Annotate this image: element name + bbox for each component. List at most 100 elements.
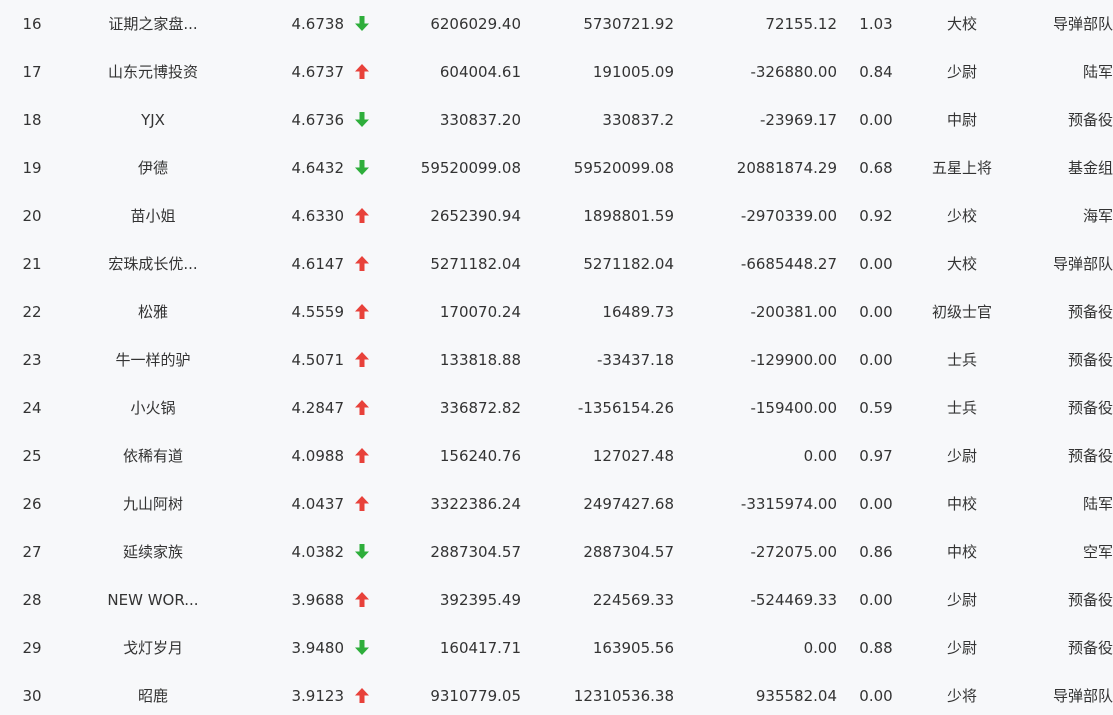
branch-cell: 基金组 — [1067, 159, 1113, 177]
ratio-cell: 0.92 — [859, 207, 893, 225]
table-row[interactable]: 19 伊德 4.6432 59520099.08 59520099.08 20881874… — [0, 144, 1113, 192]
branch-cell: 导弹部队 — [1052, 687, 1113, 705]
value2-cell: 2497427.68 — [583, 495, 674, 513]
name-cell: 延续家族 — [122, 543, 183, 561]
table-row[interactable]: 16 证期之家盘... 4.6738 6206029.40 5730721.92 7215… — [0, 0, 1113, 48]
branch-cell: 预备役 — [1067, 639, 1113, 657]
table-row[interactable]: 18 YJX 4.6736 330837.20 330837.2 -23969.17 0.0… — [0, 96, 1113, 144]
name-cell: 伊德 — [137, 159, 168, 177]
military-rank-cell: 少将 — [946, 687, 977, 705]
table-row[interactable]: 24 小火锅 4.2847 336872.82 -1356154.26 -159400.0… — [0, 384, 1113, 432]
table-row[interactable]: 26 九山阿树 4.0437 3322386.24 2497427.68 -3315974… — [0, 480, 1113, 528]
value1-cell: 336872.82 — [439, 399, 521, 417]
score-cell: 4.2847 — [291, 399, 345, 417]
value2-cell: 163905.56 — [592, 639, 674, 657]
trend-cell — [352, 480, 372, 528]
arrow-up-icon — [355, 207, 369, 223]
value1-cell: 6206029.40 — [430, 15, 521, 33]
ratio-cell: 0.84 — [859, 63, 893, 81]
score-cell: 4.6738 — [291, 15, 345, 33]
table-body: 16 证期之家盘... 4.6738 6206029.40 5730721.92 7215… — [0, 0, 1113, 715]
military-rank-cell: 中校 — [946, 543, 977, 561]
military-rank-cell: 少尉 — [946, 63, 977, 81]
trend-cell — [352, 528, 372, 576]
trend-cell — [352, 48, 372, 96]
score-cell: 3.9480 — [291, 639, 345, 657]
value2-cell: 5730721.92 — [583, 15, 674, 33]
value1-cell: 3322386.24 — [430, 495, 521, 513]
value3-cell: 0.00 — [803, 447, 837, 465]
rank-cell: 27 — [22, 543, 42, 561]
military-rank-cell: 中尉 — [946, 111, 977, 129]
military-rank-cell: 少校 — [946, 207, 977, 225]
score-cell: 3.9688 — [291, 591, 345, 609]
rank-cell: 26 — [22, 495, 42, 513]
score-cell: 4.6147 — [291, 255, 345, 273]
name-cell: 小火锅 — [130, 399, 176, 417]
value2-cell: 59520099.08 — [573, 159, 674, 177]
rank-cell: 17 — [22, 63, 42, 81]
arrow-up-icon — [355, 351, 369, 367]
trend-cell — [352, 384, 372, 432]
trend-cell — [352, 144, 372, 192]
value2-cell: 2887304.57 — [583, 543, 674, 561]
table-row[interactable]: 30 昭鹿 3.9123 9310779.05 12310536.38 935582.04… — [0, 672, 1113, 715]
value2-cell: 12310536.38 — [573, 687, 674, 705]
trend-cell — [352, 336, 372, 384]
military-rank-cell: 大校 — [946, 255, 977, 273]
table-row[interactable]: 25 依稀有道 4.0988 156240.76 127027.48 0.00 0.97 少尉… — [0, 432, 1113, 480]
rank-cell: 21 — [22, 255, 42, 273]
name-cell: 昭鹿 — [137, 687, 168, 705]
table-row[interactable]: 29 戈灯岁月 3.9480 160417.71 163905.56 0.00 0.88 少尉… — [0, 624, 1113, 672]
branch-cell: 预备役 — [1067, 111, 1113, 129]
rank-cell: 22 — [22, 303, 42, 321]
value2-cell: -33437.18 — [597, 351, 674, 369]
table-row[interactable]: 22 松雅 4.5559 170070.24 16489.73 -200381.00 0.0… — [0, 288, 1113, 336]
score-cell: 4.5559 — [291, 303, 345, 321]
table-row[interactable]: 21 宏珠成长优... 4.6147 5271182.04 5271182.04 -668… — [0, 240, 1113, 288]
value1-cell: 2652390.94 — [430, 207, 521, 225]
table-row[interactable]: 27 延续家族 4.0382 2887304.57 2887304.57 -272075.… — [0, 528, 1113, 576]
military-rank-cell: 士兵 — [946, 351, 977, 369]
name-cell: 山东元博投资 — [107, 63, 198, 81]
rank-cell: 25 — [22, 447, 42, 465]
rank-cell: 23 — [22, 351, 42, 369]
arrow-up-icon — [355, 687, 369, 703]
branch-cell: 陆军 — [1082, 63, 1113, 81]
value3-cell: -326880.00 — [750, 63, 837, 81]
arrow-down-icon — [355, 639, 369, 655]
name-cell: YJX — [141, 111, 165, 129]
ratio-cell: 0.59 — [859, 399, 893, 417]
arrow-up-icon — [355, 303, 369, 319]
military-rank-cell: 少尉 — [946, 447, 977, 465]
value1-cell: 160417.71 — [439, 639, 521, 657]
value3-cell: -2970339.00 — [740, 207, 837, 225]
ratio-cell: 0.68 — [859, 159, 893, 177]
ratio-cell: 0.00 — [859, 495, 893, 513]
arrow-up-icon — [355, 495, 369, 511]
branch-cell: 空军 — [1082, 543, 1113, 561]
ratio-cell: 0.00 — [859, 255, 893, 273]
trend-cell — [352, 240, 372, 288]
table-row[interactable]: 20 苗小姐 4.6330 2652390.94 1898801.59 -2970339.… — [0, 192, 1113, 240]
value3-cell: -129900.00 — [750, 351, 837, 369]
table-row[interactable]: 17 山东元博投资 4.6737 604004.61 191005.09 -326880.… — [0, 48, 1113, 96]
value1-cell: 9310779.05 — [430, 687, 521, 705]
military-rank-cell: 五星上将 — [931, 159, 992, 177]
value3-cell: -524469.33 — [750, 591, 837, 609]
table-row[interactable]: 28 NEW WOR... 3.9688 392395.49 224569.33 -524… — [0, 576, 1113, 624]
value2-cell: 224569.33 — [592, 591, 674, 609]
trend-cell — [352, 192, 372, 240]
arrow-up-icon — [355, 447, 369, 463]
value3-cell: -272075.00 — [750, 543, 837, 561]
ratio-cell: 0.00 — [859, 687, 893, 705]
branch-cell: 预备役 — [1067, 303, 1113, 321]
military-rank-cell: 大校 — [946, 15, 977, 33]
score-cell: 4.0382 — [291, 543, 345, 561]
table-row[interactable]: 23 牛一样的驴 4.5071 133818.88 -33437.18 -129900.0… — [0, 336, 1113, 384]
trend-cell — [352, 576, 372, 624]
value2-cell: 5271182.04 — [583, 255, 674, 273]
ranking-table: 16 证期之家盘... 4.6738 6206029.40 5730721.92 7215… — [0, 0, 1113, 715]
name-cell: 证期之家盘... — [108, 15, 198, 33]
military-rank-cell: 少尉 — [946, 639, 977, 657]
